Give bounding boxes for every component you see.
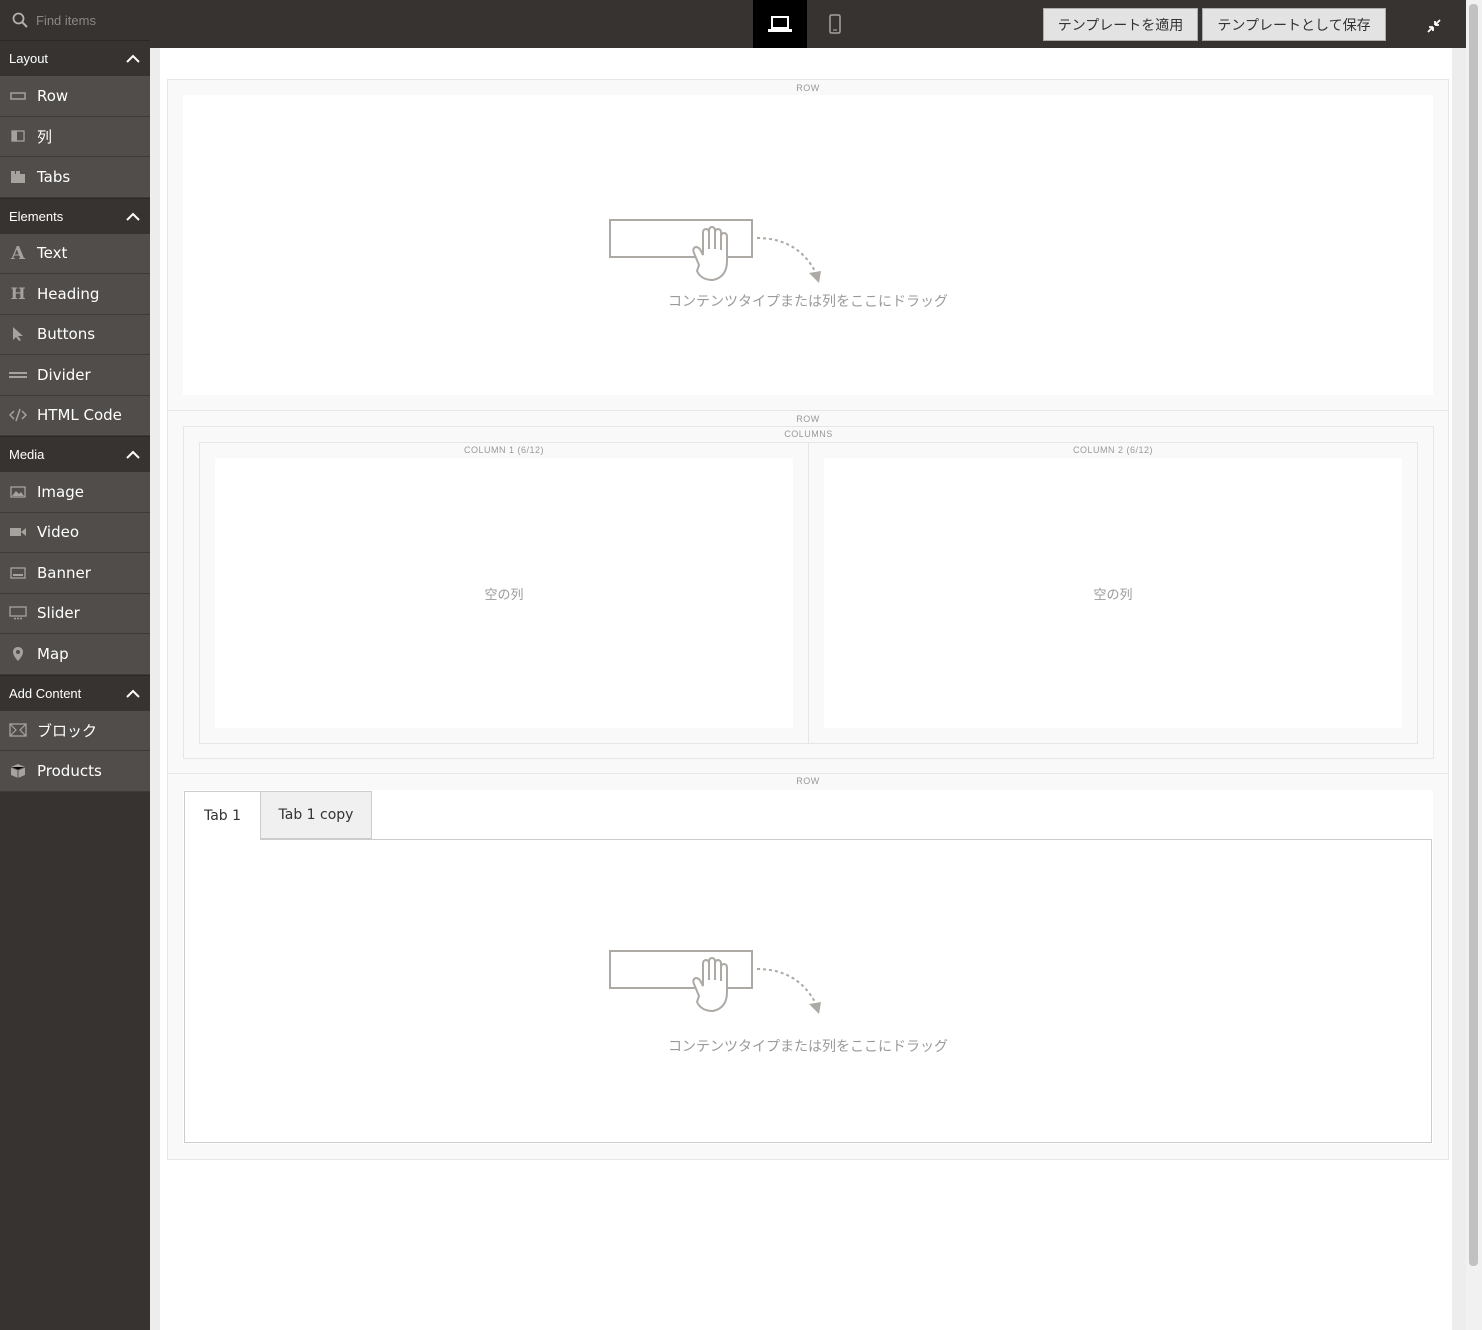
exit-fullscreen-icon[interactable] [1422,14,1446,38]
row-2[interactable]: ROW COLUMNS COLUMN 1 (6/12) 空の列 COLUMN 2… [167,410,1449,774]
sidebar-item-label: Buttons [37,325,96,344]
chevron-up-icon [126,450,140,459]
search-input[interactable] [36,12,146,28]
sidebar-item-banner[interactable]: Banner [0,553,150,594]
slider-icon [9,604,27,622]
chevron-up-icon [126,54,140,63]
banner-icon [9,564,27,582]
sidebar-item-label: ブロック [37,721,98,740]
section-title: Add Content [9,685,82,701]
image-icon [9,483,27,501]
row-label: ROW [796,414,820,424]
sidebar: Layout Row 列 Tabs Elements A Text H Head… [0,40,150,1330]
column-2[interactable]: COLUMN 2 (6/12) 空の列 [808,442,1418,744]
sidebar-item-label: Map [37,644,69,663]
drag-hand-icon [609,950,821,1014]
video-icon [9,523,27,541]
sidebar-item-heading[interactable]: H Heading [0,274,150,315]
column-2-dropzone[interactable]: 空の列 [824,458,1402,728]
chevron-up-icon [126,689,140,698]
sidebar-item-label: Products [37,761,102,780]
empty-column-text: 空の列 [1093,588,1133,603]
row-icon [9,87,27,105]
code-icon [9,406,27,424]
dropzone-hint: コンテンツタイプまたは列をここにドラッグ [668,294,948,310]
canvas-left-border [150,48,160,1330]
section-header-add-content[interactable]: Add Content [0,674,150,711]
section-title: Media [9,447,45,462]
top-toolbar: テンプレートを適用 テンプレートとして保存 [0,0,1466,48]
section-title: Layout [9,51,49,66]
tab-1[interactable]: Tab 1 [184,791,261,840]
sidebar-item-label: Banner [37,563,91,582]
canvas-right-border [1452,48,1466,1330]
divider-icon [9,366,27,384]
sidebar-item-slider[interactable]: Slider [0,593,150,634]
sidebar-item-tabs[interactable]: Tabs [0,157,150,198]
search-icon [12,12,28,28]
section-header-media[interactable]: Media [0,436,150,472]
phone-icon [829,14,841,34]
row-1-dropzone[interactable]: コンテンツタイプまたは列をここにドラッグ [183,95,1433,395]
apply-template-button[interactable]: テンプレートを適用 [1043,8,1198,41]
sidebar-item-html-code[interactable]: HTML Code [0,395,150,436]
sidebar-item-label: HTML Code [37,406,122,425]
sidebar-item-label: Slider [37,604,80,623]
sidebar-item-column[interactable]: 列 [0,116,150,157]
sidebar-item-buttons[interactable]: Buttons [0,314,150,355]
desktop-view-button[interactable] [753,0,807,48]
block-icon [9,721,27,739]
search-box [0,0,150,40]
drag-hand-icon [609,219,821,283]
sidebar-item-label: Tabs [37,167,71,186]
scrollbar-thumb[interactable] [1469,4,1478,1266]
column-1-dropzone[interactable]: 空の列 [215,458,793,728]
column-1[interactable]: COLUMN 1 (6/12) 空の列 [199,442,809,744]
empty-column-text: 空の列 [484,588,524,603]
heading-icon: H [10,284,26,304]
sidebar-item-label: 列 [37,127,53,146]
cursor-icon [9,325,27,343]
sidebar-item-label: Row [37,86,69,105]
row-3[interactable]: ROW Tab 1 Tab 1 copy コンテンツタイプまたは列をここにドラッ… [167,773,1449,1160]
tab-panel[interactable]: コンテンツタイプまたは列をここにドラッグ [184,839,1432,1143]
sidebar-item-label: Text [37,244,68,263]
column-label: COLUMN 1 (6/12) [463,445,545,455]
sidebar-item-label: Heading [37,284,100,303]
sidebar-item-products[interactable]: Products [0,751,150,792]
row-label: ROW [796,776,820,786]
tab-1-copy[interactable]: Tab 1 copy [260,791,372,839]
section-header-elements[interactable]: Elements [0,197,150,234]
dropzone-hint: コンテンツタイプまたは列をここにドラッグ [668,1039,948,1055]
sidebar-item-label: Image [37,482,84,501]
row-1[interactable]: ROW コンテンツタイプまたは列をここにドラッグ [167,79,1449,411]
columns-label: COLUMNS [784,429,833,439]
tabs-container: Tab 1 Tab 1 copy コンテンツタイプまたは列をここにドラッグ [183,790,1433,1144]
sidebar-item-block[interactable]: ブロック [0,710,150,751]
text-icon: A [11,242,25,264]
products-box-icon [9,762,27,780]
sidebar-item-image[interactable]: Image [0,472,150,513]
tabs-icon [9,168,27,186]
save-template-button[interactable]: テンプレートとして保存 [1202,8,1386,41]
map-pin-icon [9,645,27,663]
section-header-layout[interactable]: Layout [0,40,150,76]
sidebar-item-map[interactable]: Map [0,634,150,675]
column-label: COLUMN 2 (6/12) [1072,445,1154,455]
sidebar-item-video[interactable]: Video [0,512,150,553]
sidebar-item-label: Video [37,523,80,542]
sidebar-item-row[interactable]: Row [0,76,150,117]
chevron-up-icon [126,212,140,221]
section-title: Elements [9,208,64,224]
columns-group[interactable]: COLUMNS COLUMN 1 (6/12) 空の列 COLUMN 2 (6/… [183,426,1434,759]
mobile-view-button[interactable] [808,0,862,48]
sidebar-item-divider[interactable]: Divider [0,355,150,396]
column-icon [9,127,27,145]
sidebar-item-label: Divider [37,365,91,384]
sidebar-item-text[interactable]: A Text [0,233,150,274]
row-label: ROW [796,83,820,93]
laptop-icon [768,16,792,32]
